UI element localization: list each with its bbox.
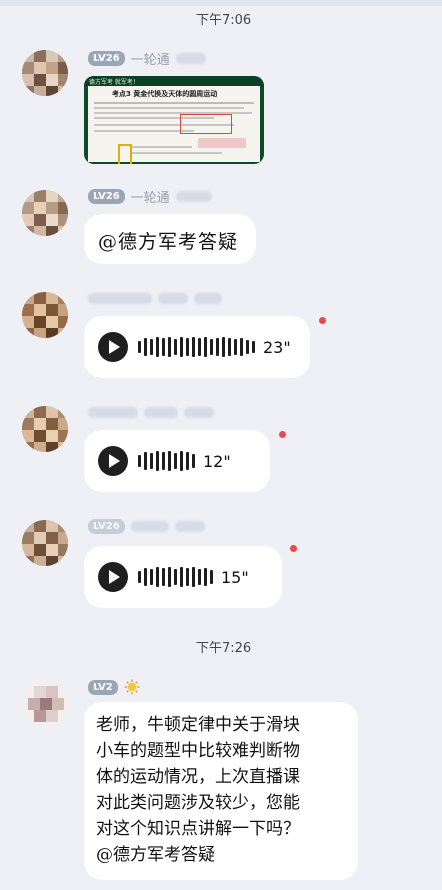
text-message-bubble[interactable]: 老师，牛顿定律中关于滑块 小车的题型中比较难判断物 体的运动情况，上次直播课 对… [84, 702, 358, 880]
voice-message[interactable]: 12" [84, 430, 270, 492]
avatar[interactable] [22, 406, 68, 452]
sender-name-blurred [175, 190, 212, 202]
voice-duration: 23" [263, 337, 291, 357]
message-text: 老师，牛顿定律中关于滑块 小车的题型中比较难判断物 体的运动情况，上次直播课 对… [96, 715, 300, 865]
level-badge: LV26 [88, 50, 125, 66]
text-message-bubble[interactable]: @德方军考答疑 [84, 214, 256, 264]
unread-dot [319, 317, 326, 324]
sender-line: LV26 [88, 518, 205, 534]
image-message[interactable]: 德方军考 就军考！ 考点3 黄金代换及天体的圆周运动 [84, 76, 264, 164]
image-title: 考点3 黄金代换及天体的圆周运动 [112, 90, 218, 98]
sun-icon [124, 679, 140, 695]
play-icon[interactable] [98, 446, 128, 476]
unread-dot [290, 545, 297, 552]
voice-duration: 12" [203, 451, 231, 471]
sender-line-blurred [88, 404, 214, 420]
message-text: @德方军考答疑 [98, 231, 239, 253]
timestamp: 下午7:06 [196, 13, 252, 28]
image-header: 德方军考 就军考！ [84, 76, 264, 86]
level-badge: LV26 [88, 518, 125, 534]
avatar[interactable] [22, 50, 68, 96]
waveform [138, 451, 195, 471]
level-badge: LV2 [88, 679, 118, 695]
status-bar-strip [0, 0, 442, 6]
image-page: 考点3 黄金代换及天体的圆周运动 [88, 86, 260, 164]
unread-dot [279, 431, 286, 438]
timestamp: 下午7:26 [196, 641, 252, 656]
sender-line-blurred [88, 290, 222, 306]
avatar[interactable] [22, 520, 68, 566]
waveform [138, 337, 255, 357]
avatar[interactable] [22, 680, 68, 726]
voice-duration: 15" [221, 567, 249, 587]
avatar[interactable] [22, 190, 68, 236]
waveform [138, 567, 213, 587]
sender-line: LV2 [88, 679, 140, 695]
sender-line: LV26 一轮通 [88, 188, 212, 206]
sender-name: 一轮通 [130, 190, 170, 206]
sender-name-blurred [175, 52, 206, 64]
voice-message[interactable]: 23" [84, 316, 310, 378]
level-badge: LV26 [88, 188, 125, 204]
voice-message[interactable]: 15" [84, 546, 282, 608]
sender-name: 一轮通 [130, 52, 170, 68]
sender-line: LV26 一轮通 [88, 50, 206, 68]
play-icon[interactable] [98, 562, 128, 592]
play-icon[interactable] [98, 332, 128, 362]
avatar[interactable] [22, 292, 68, 338]
